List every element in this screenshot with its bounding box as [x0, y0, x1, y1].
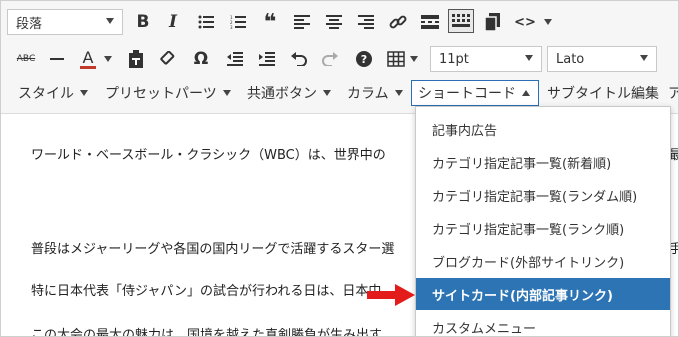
menu-style-label: スタイル — [18, 86, 74, 102]
chevron-down-icon — [104, 56, 112, 62]
menu-preset-parts[interactable]: プリセットパーツ — [105, 80, 231, 106]
horizontal-line-icon[interactable] — [47, 44, 67, 74]
content-line: 特に日本代表「侍ジャパン」の試合が行われる日は、日本中 — [31, 284, 382, 299]
undo-icon[interactable] — [288, 44, 310, 74]
table-icon[interactable] — [385, 44, 407, 74]
menu-shortcode[interactable]: ショートコード — [411, 80, 539, 106]
bold-icon[interactable]: B — [132, 7, 154, 37]
menu-preset-parts-label: プリセットパーツ — [105, 86, 217, 102]
help-button[interactable]: ? — [353, 44, 375, 74]
chevron-down-icon — [323, 90, 331, 96]
menu-subtitle-edit-label: サブタイトル編集 — [547, 86, 659, 102]
menu-style[interactable]: スタイル — [18, 80, 88, 106]
help-icon: ? — [356, 51, 372, 67]
special-character-icon[interactable]: Ω — [190, 44, 212, 74]
format-select[interactable]: 段落 — [7, 9, 123, 35]
editor-toolbar: 段落 B I 123 ❝ <> ABC A Ω ? 11pt Lato スタイル… — [1, 1, 678, 114]
italic-icon[interactable]: I — [162, 7, 184, 37]
read-more-icon[interactable] — [419, 7, 441, 37]
align-left-icon[interactable] — [291, 7, 313, 37]
font-size-select[interactable]: 11pt — [430, 46, 542, 72]
dropdown-item-category-new[interactable]: カテゴリ指定記事一覧(新着順) — [416, 146, 670, 178]
menu-truncated[interactable]: ア — [668, 80, 678, 106]
text-color-swatch — [80, 65, 96, 69]
strikethrough-icon[interactable]: ABC — [11, 44, 41, 74]
red-arrow-icon — [367, 284, 415, 306]
shortcode-dropdown: 記事内広告 カテゴリ指定記事一覧(新着順) カテゴリ指定記事一覧(ランダム順) … — [415, 106, 671, 337]
code-icon: <> — [514, 14, 536, 30]
redo-icon[interactable] — [319, 44, 341, 74]
blockquote-icon[interactable]: ❝ — [259, 7, 281, 37]
dropdown-item-site-card[interactable]: サイトカード(内部記事リンク) — [416, 278, 670, 310]
outdent-icon[interactable] — [224, 44, 246, 74]
clear-formatting-icon[interactable] — [157, 44, 179, 74]
text-color-icon: A — [82, 47, 94, 67]
menu-truncated-label: ア — [668, 83, 678, 103]
chevron-down-icon — [410, 56, 418, 62]
dropdown-item-custom-menu[interactable]: カスタムメニュー — [416, 311, 670, 337]
paste-as-text-icon[interactable] — [125, 44, 147, 74]
chevron-down-icon — [394, 90, 403, 96]
text-color-dropdown[interactable] — [101, 44, 115, 74]
code-button[interactable]: <> — [513, 7, 553, 37]
align-center-icon[interactable] — [323, 7, 345, 37]
font-size-value: 11pt — [439, 51, 469, 67]
chevron-down-icon — [222, 90, 231, 96]
menu-shortcode-label: ショートコード — [418, 86, 516, 102]
menu-column[interactable]: カラム — [347, 80, 403, 106]
menu-column-label: カラム — [347, 86, 389, 102]
chevron-down-icon — [640, 55, 648, 61]
numbered-list-icon[interactable]: 123 — [227, 7, 249, 37]
chevron-down-icon — [106, 18, 114, 24]
text-color-button[interactable]: A — [77, 44, 99, 74]
align-right-icon[interactable] — [355, 7, 377, 37]
toolbar-toggle-icon[interactable] — [448, 9, 474, 33]
dropdown-item-category-rank[interactable]: カテゴリ指定記事一覧(ランク順) — [416, 212, 670, 244]
chevron-down-icon — [80, 90, 88, 96]
content-line: ワールド・ベースボール・クラシック（WBC）は、世界中の — [31, 148, 386, 163]
bullet-list-icon[interactable] — [195, 7, 217, 37]
table-dropdown[interactable] — [408, 44, 420, 74]
chevron-up-icon — [522, 90, 530, 96]
copy-icon[interactable] — [482, 7, 504, 37]
indent-icon[interactable] — [256, 44, 278, 74]
chevron-down-icon — [525, 55, 533, 61]
dropdown-item-category-random[interactable]: カテゴリ指定記事一覧(ランダム順) — [416, 179, 670, 211]
menu-common-buttons-label: 共通ボタン — [247, 86, 317, 102]
dropdown-item-blog-card[interactable]: ブログカード(外部サイトリンク) — [416, 245, 670, 277]
menu-subtitle-edit[interactable]: サブタイトル編集 — [547, 80, 659, 106]
chevron-down-icon — [543, 19, 552, 25]
content-line: この大会の最大の魅力は、国境を越えた真剣勝負が生み出す — [31, 328, 383, 337]
editor-window: 段落 B I 123 ❝ <> ABC A Ω ? 11pt Lato スタイル… — [0, 0, 679, 337]
link-icon[interactable] — [387, 7, 409, 37]
dropdown-item-in-article-ad[interactable]: 記事内広告 — [416, 113, 670, 145]
content-line: 普段はメジャーリーグや各国の国内リーグで活躍するスター選 — [31, 242, 395, 257]
format-select-value: 段落 — [16, 16, 43, 32]
font-family-select[interactable]: Lato — [547, 46, 657, 72]
svg-text:3: 3 — [230, 25, 233, 29]
font-family-value: Lato — [556, 51, 585, 67]
menu-common-buttons[interactable]: 共通ボタン — [247, 80, 331, 106]
